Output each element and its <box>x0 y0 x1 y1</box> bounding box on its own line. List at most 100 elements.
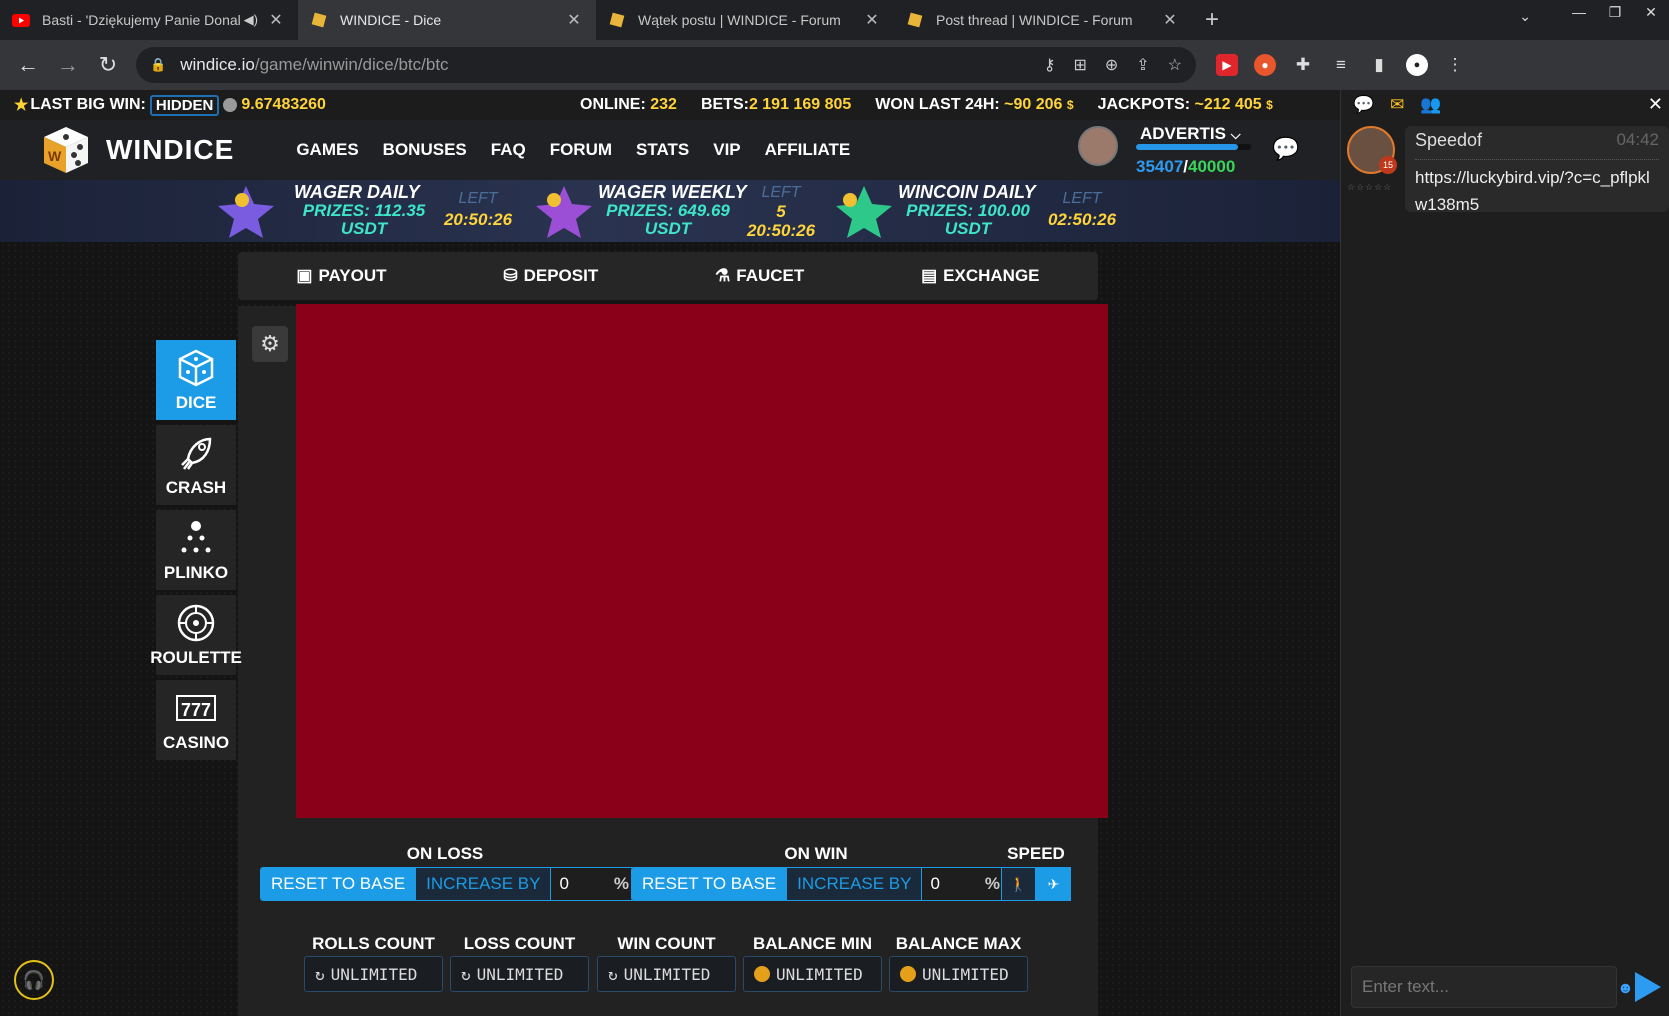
side-panel-icon[interactable]: ▮ <box>1368 54 1390 76</box>
chat-tab-icon[interactable]: 💬 <box>1353 95 1374 115</box>
chat-input[interactable]: Enter text... <box>1351 966 1617 1008</box>
browser-tab-active[interactable]: WINDICE - Dice ✕ <box>298 0 596 40</box>
key-icon[interactable]: ⚷ <box>1044 55 1056 75</box>
minimize-icon[interactable]: — <box>1561 0 1597 24</box>
game-area[interactable] <box>296 304 1108 818</box>
balance-min-input[interactable]: UNLIMITED <box>743 956 882 992</box>
game-roulette[interactable]: ROULETTE <box>150 595 242 675</box>
media-icon[interactable]: ≡ <box>1330 54 1352 76</box>
game-crash[interactable]: CRASH <box>156 425 236 505</box>
faucet-button[interactable]: ⚗ FAUCET <box>715 266 804 286</box>
forward-icon[interactable]: → <box>48 45 88 85</box>
game-casino[interactable]: 777 CASINO <box>156 680 236 760</box>
send-icon[interactable] <box>1635 972 1661 1002</box>
on-loss-input[interactable]: 0 <box>550 868 609 900</box>
close-window-icon[interactable]: ✕ <box>1633 0 1669 24</box>
headset-support-icon[interactable]: 🎧 <box>14 960 54 1000</box>
gear-icon[interactable]: ⚙ <box>252 326 288 362</box>
nav-games[interactable]: GAMES <box>296 140 358 160</box>
windice-icon <box>906 11 924 29</box>
chat-panel: 💬 ✉ 👥 ✕ 15 ☆☆☆☆☆ Speedof 04:42 https://l… <box>1340 90 1669 1016</box>
restore-icon[interactable]: ❐ <box>1597 0 1633 24</box>
new-tab-button[interactable]: + <box>1192 0 1232 40</box>
on-win-reset-button[interactable]: RESET TO BASE <box>632 868 787 900</box>
reload-icon[interactable]: ↻ <box>88 45 128 85</box>
on-win-input[interactable]: 0 <box>921 868 980 900</box>
bookmark-star-icon[interactable]: ☆ <box>1168 55 1182 75</box>
exchange-button[interactable]: ▤ EXCHANGE <box>921 266 1039 286</box>
browser-tab[interactable]: Post thread | WINDICE - Forum ✕ <box>894 0 1192 40</box>
menu-icon[interactable]: ⋮ <box>1444 54 1466 76</box>
chat-bubbles-icon[interactable]: 💬 <box>1272 136 1299 162</box>
on-loss-increase-button[interactable]: INCREASE BY <box>415 868 551 900</box>
deposit-button[interactable]: ⛁ DEPOSIT <box>503 266 598 286</box>
zoom-icon[interactable]: ⊕ <box>1105 55 1118 75</box>
game-dice[interactable]: DICE <box>156 340 236 420</box>
close-icon[interactable]: ✕ <box>1648 94 1663 115</box>
game-plinko[interactable]: PLINKO <box>156 510 236 590</box>
close-icon[interactable]: ✕ <box>862 10 882 30</box>
site-logo[interactable]: W WINDICE <box>42 125 234 175</box>
tab-search-icon[interactable]: ⌄ <box>1519 8 1531 25</box>
speed-label: SPEED <box>1007 844 1065 863</box>
contest-wager-daily[interactable]: WAGER DAILY PRIZES: 112.35 USDT LEFT 20:5… <box>216 180 516 242</box>
nav-stats[interactable]: STATS <box>636 140 689 160</box>
loss-count-input[interactable]: ↻ UNLIMITED <box>450 956 589 992</box>
close-icon[interactable]: ✕ <box>564 10 584 30</box>
extension-red-icon[interactable]: ▶ <box>1216 54 1238 76</box>
users-icon[interactable]: 👥 <box>1420 95 1441 115</box>
contest-title: WAGER DAILY <box>294 182 420 202</box>
tab-title: Post thread | WINDICE - Forum <box>936 12 1133 28</box>
payout-button[interactable]: ▣ PAYOUT <box>296 266 386 286</box>
plane-icon[interactable]: ✈ <box>1036 867 1071 901</box>
browser-tab[interactable]: Basti - 'Dziękujemy Panie Donal ◀) ✕ <box>0 0 298 40</box>
message-text[interactable]: https://luckybird.vip/?c=c_pflpklw138m5 <box>1415 159 1659 218</box>
username-dropdown[interactable]: ADVERTIS ⌵ <box>1140 124 1241 144</box>
slots-777-icon: 777 <box>175 687 217 729</box>
nav-bonuses[interactable]: BONUSES <box>383 140 467 160</box>
rolls-count-input[interactable]: ↻ UNLIMITED <box>304 956 443 992</box>
online-label: ONLINE: <box>580 96 646 113</box>
jackpots-value: ~212 405 <box>1194 96 1262 113</box>
nav-forum[interactable]: FORUM <box>550 140 612 160</box>
translate-icon[interactable]: ⊞ <box>1073 55 1086 75</box>
username: ADVERTIS <box>1140 124 1226 143</box>
svg-text:777: 777 <box>181 700 211 720</box>
contest-prize-amount: PRIZES: 112.35 <box>302 201 426 220</box>
limit-value: UNLIMITED <box>476 964 564 984</box>
last-big-win-label: LAST BIG WIN: <box>30 96 146 113</box>
back-icon[interactable]: ← <box>8 45 48 85</box>
contest-wincoin-daily[interactable]: WINCOIN DAILY PRIZES: 100.00 USDT LEFT 02… <box>834 180 1134 242</box>
nav-vip[interactable]: VIP <box>713 140 740 160</box>
walk-icon[interactable]: 🚶 <box>1001 867 1036 901</box>
speaker-icon[interactable]: ◀) <box>244 12 258 28</box>
balance-max-input[interactable]: UNLIMITED <box>889 956 1028 992</box>
win-count-input[interactable]: ↻ UNLIMITED <box>597 956 736 992</box>
browser-tab[interactable]: Wątek postu | WINDICE - Forum ✕ <box>596 0 894 40</box>
share-icon[interactable]: ⇪ <box>1136 55 1149 75</box>
coin-icon <box>754 966 770 982</box>
avatar[interactable]: 15 <box>1347 126 1397 174</box>
mail-icon[interactable]: ✉ <box>1390 95 1404 115</box>
nav-faq[interactable]: FAQ <box>491 140 526 160</box>
nav-affiliate[interactable]: AFFILIATE <box>765 140 851 160</box>
avatar[interactable] <box>1078 126 1118 166</box>
emoji-icon[interactable]: ☻ <box>1617 980 1634 998</box>
reset-icon: ↻ <box>315 964 325 984</box>
close-icon[interactable]: ✕ <box>266 10 286 30</box>
address-bar[interactable]: 🔒 windice.io/game/winwin/dice/btc/btc ⚷ … <box>136 47 1196 83</box>
profile-icon[interactable]: ● <box>1406 54 1428 76</box>
contest-wager-weekly[interactable]: WAGER WEEKLY PRIZES: 649.69 USDT LEFT 5 2… <box>534 180 834 242</box>
puzzle-icon[interactable]: ✚ <box>1292 54 1314 76</box>
contest-days: 5 <box>776 202 786 221</box>
lock-icon[interactable]: 🔒 <box>150 57 166 73</box>
close-icon[interactable]: ✕ <box>1160 10 1180 30</box>
exchange-icon: ▤ <box>921 266 938 285</box>
extension-orange-icon[interactable]: ● <box>1254 54 1276 76</box>
on-loss-reset-button[interactable]: RESET TO BASE <box>261 868 416 900</box>
contest-left-label: LEFT <box>458 190 498 207</box>
balance-min-label: BALANCE MIN <box>753 934 872 953</box>
message-author[interactable]: Speedof <box>1415 130 1482 150</box>
on-win-increase-button[interactable]: INCREASE BY <box>786 868 922 900</box>
window-controls: — ❐ ✕ <box>1561 0 1669 24</box>
